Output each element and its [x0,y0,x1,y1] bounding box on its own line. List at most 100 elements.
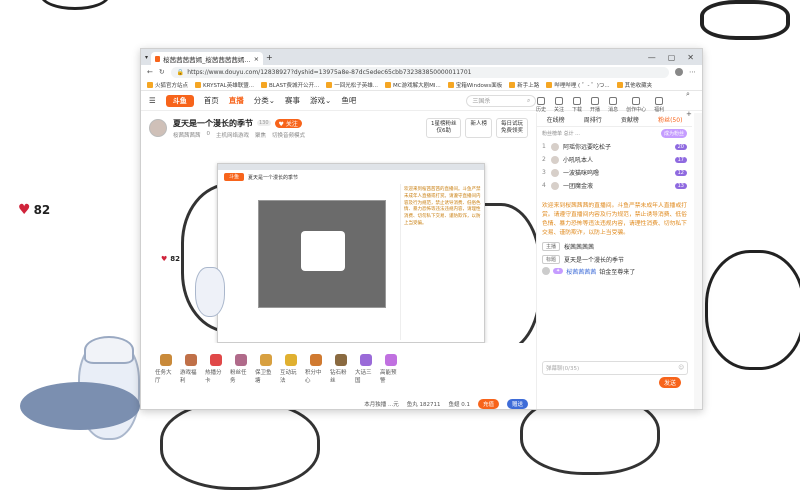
monthly-text: 本月独播 ...元 [364,402,399,408]
folder-icon [260,81,267,88]
tab-contrib[interactable]: 贡献榜 [621,115,639,124]
emoji-icon[interactable]: ☺ [678,365,684,371]
top-icon-3[interactable]: 开播 [590,97,600,113]
fans-board-button[interactable]: 1星榜粉丝 仅6助 [425,118,462,138]
rank-row[interactable]: 2 小吼吼本人 17 [537,153,692,166]
bookmark-item[interactable]: 火狐官方站点 [147,81,188,89]
nav-yuba[interactable]: 鱼吧 [341,95,356,106]
top-icon-6[interactable]: 福利 [654,97,664,113]
bookmark-item[interactable]: 哔哩哔哩 ( ゜- ゜)つ... [546,81,610,89]
host-row: 主播 桜茜茜茜茜 [542,241,687,251]
sidebar-search-icon[interactable]: ⌕ [686,90,692,99]
follow-button[interactable]: ♥ 关注 [274,118,302,128]
video-player[interactable]: ♥ 82 斗鱼 夏天是一个漫长的季节 欢迎来到桜茜茜茜的直播间。斗鱼严禁未成年人… [141,143,536,343]
bookmark-item[interactable]: KRYSTAL英雄联盟... [195,81,254,89]
scrollbar[interactable] [694,113,702,409]
nav-games[interactable]: 游戏⌄ [310,95,331,106]
gift-label: 大话三国 [355,370,372,384]
gift-item[interactable]: 钻石粉丝 [330,354,351,384]
tab-close-icon[interactable]: × [254,55,259,63]
bookmark-item[interactable]: 其他收藏夹 [616,81,652,89]
gift-icon [209,354,222,366]
tab-online[interactable]: 在线榜 [547,115,565,124]
send-button[interactable]: 发送 [659,377,682,388]
new-tab-button[interactable]: + [266,53,273,62]
tab-menu-icon[interactable]: ▾ [145,54,148,61]
top-icon-1[interactable]: 关注 [554,97,564,113]
gift-item[interactable]: 大话三国 [355,354,376,384]
bookmark-item[interactable]: 宝箱Windows面板 [447,81,502,89]
rank-row[interactable]: 4 一团魔金液 13 [537,179,692,192]
audio-mode[interactable]: 切换音频模式 [272,131,305,139]
top-icon-2[interactable]: 下载 [572,97,582,113]
gift-item[interactable]: 热播分卡 [205,354,226,384]
tab-weekly[interactable]: 周排行 [584,115,602,124]
stream-info: 夏天是一个漫长的季节 130 ♥ 关注 桜茜茜茜茜 0 主机网络游戏 聚焦 切换… [173,118,305,139]
gift-icon [234,354,247,366]
nav-home[interactable]: 首页 [204,95,219,106]
profile-icon[interactable] [675,68,683,76]
newbie-board-button[interactable]: 新人榜 [465,118,492,138]
gift-item[interactable]: 粉丝任务 [230,354,251,384]
rank-name: 一团魔金液 [563,183,594,190]
bookmark-item[interactable]: 新手上路 [509,81,539,89]
sidebar-add-icon[interactable]: + [686,110,692,118]
daily-trial-button[interactable]: 每日试玩 免费领奖 [495,118,528,138]
gift-icon [159,354,172,366]
stream-category[interactable]: 主机网络游戏 [216,131,249,139]
rank-row[interactable]: 3 一波猫咪呜噜 12 [537,166,692,179]
nested-screen-capture: 斗鱼 夏天是一个漫长的季节 欢迎来到桜茜茜茜的直播间。斗鱼严禁未成年人直播或打赏… [217,163,485,343]
douyu-logo[interactable]: 斗鱼 [165,94,194,107]
url-field[interactable]: 🔒 https://www.douyu.com/12838927?dyshid=1… [170,66,669,78]
recharge-button[interactable]: 充值 [477,399,499,409]
fan-level-badge: 17 [674,156,687,163]
gift-item[interactable]: 保卫鱼塘 [255,354,276,384]
streamer-avatar[interactable] [149,119,167,137]
rank-name: 一波猫咪呜噜 [563,170,600,177]
maximize-icon[interactable]: ▢ [668,53,676,62]
gift-icon [384,354,397,366]
top-icon-4[interactable]: 消息 [608,97,618,113]
top-icon-label: 下载 [572,107,583,113]
tab-fans[interactable]: 粉丝(50) [658,115,682,124]
gift-item[interactable]: 游戏福利 [180,354,201,384]
top-icon-0[interactable]: 历史 [536,97,546,113]
nav-events[interactable]: 赛事 [285,95,300,106]
host-name[interactable]: 桜茜茜茜茜 [564,242,594,251]
reload-icon[interactable]: ↻ [159,68,165,76]
nav-icon [537,97,545,105]
stream-focus[interactable]: 聚焦 [255,131,266,139]
search-input[interactable]: 三国杀 ⌕ [466,94,537,107]
search-icon[interactable]: ⌕ [527,97,530,105]
gift-item[interactable]: 积分中心 [305,354,326,384]
gift-item[interactable]: 高能预警 [380,354,401,384]
fish-balance: 鱼丸 182711 [406,402,441,408]
streamer-name[interactable]: 桜茜茜茜茜 [173,131,201,139]
nav-live[interactable]: 直播 [229,95,244,106]
bookmark-item[interactable]: BLAST费城开公开... [260,81,319,89]
gift-item[interactable]: 互动玩法 [280,354,301,384]
header-buttons: 1星榜粉丝 仅6助 新人榜 每日试玩 免费领奖 [425,118,528,138]
nav-category[interactable]: 分类⌄ [254,95,275,106]
danmaku-input[interactable]: 弹幕聊(0/35) ☺ [542,361,688,375]
hamburger-icon[interactable]: ☰ [149,96,156,105]
gift-icon [284,354,297,366]
nav-icon [573,97,582,105]
browser-tab[interactable]: 桜茜茜茜茜嫣_桜茜茜茜茜嫣... × [151,52,264,65]
become-fan-button[interactable]: 成为粉丝 [660,129,687,138]
minimize-icon[interactable]: — [648,53,656,62]
top-icon-5[interactable]: 创作中心 [626,97,646,113]
gift-item[interactable]: 任务大厅 [155,354,176,384]
fan-level-badge: 12 [674,169,687,176]
menu-icon[interactable]: ⋯ [689,68,696,76]
gift-send-button[interactable]: 赠送 [506,399,528,409]
back-icon[interactable]: ← [147,68,153,76]
rank-avatar-icon [551,155,559,164]
rank-row[interactable]: 1 阿瑶你远要吃松子 20 [537,140,692,153]
chat-username[interactable]: 桜茜茜茜茜 [566,267,596,276]
bookmark-item[interactable]: MC游戏解大剧MI... [385,81,441,89]
bookmark-item[interactable]: 一回光松子英雄... [326,81,378,89]
nav-icon [655,97,664,105]
close-window-icon[interactable]: ✕ [687,53,694,62]
danmaku-placeholder: 弹幕聊(0/35) [546,366,580,372]
